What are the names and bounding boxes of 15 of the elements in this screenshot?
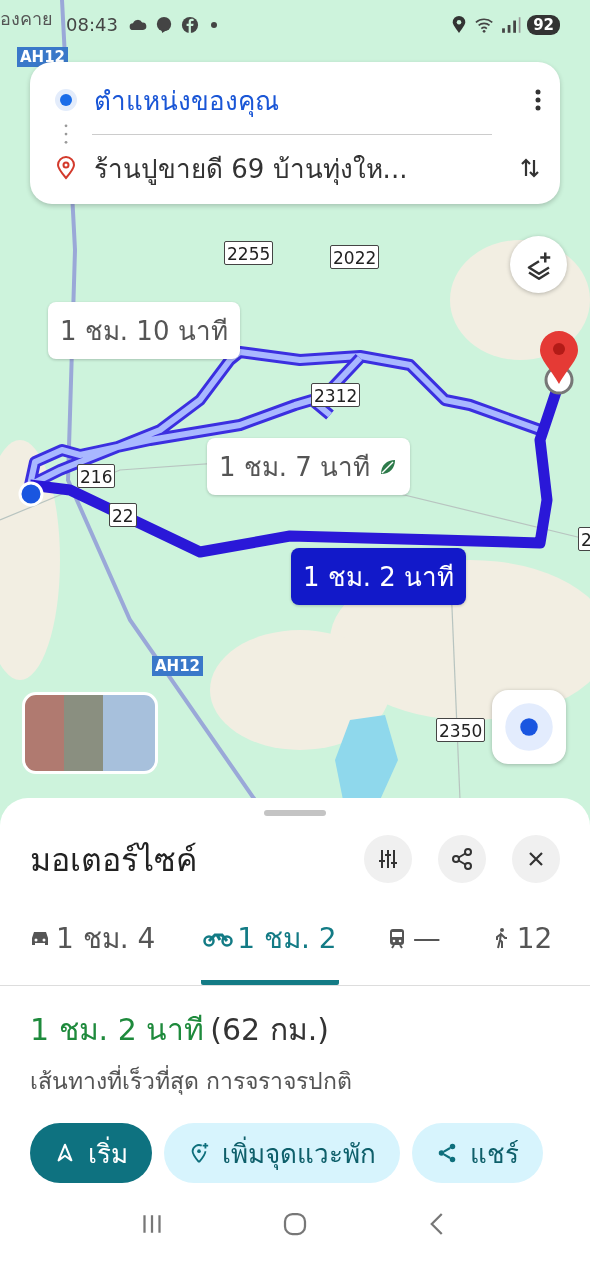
- road-number-sign: 2022: [330, 245, 380, 269]
- road-number-sign: 2255: [224, 241, 274, 265]
- battery-level: 92: [527, 14, 560, 35]
- road-number-sign: 2350: [436, 718, 486, 742]
- route-distance: (62 กม.): [210, 1011, 329, 1049]
- route-description: เส้นทางที่เร็วที่สุด การจราจรปกติ: [0, 1053, 590, 1099]
- sheet-title: มอเตอร์ไซค์: [30, 839, 198, 881]
- road-number-sign: 2312: [311, 383, 361, 407]
- place-label: องคาย: [0, 7, 53, 31]
- road-number-sign: 2: [578, 527, 590, 551]
- route-duration: 1 ชม. 2 นาที: [30, 1011, 205, 1049]
- highway-badge: AH12: [152, 656, 204, 676]
- road-number-sign: 22: [109, 503, 137, 527]
- road-number-sign: 216: [77, 464, 116, 488]
- status-time: 08:43: [66, 14, 118, 35]
